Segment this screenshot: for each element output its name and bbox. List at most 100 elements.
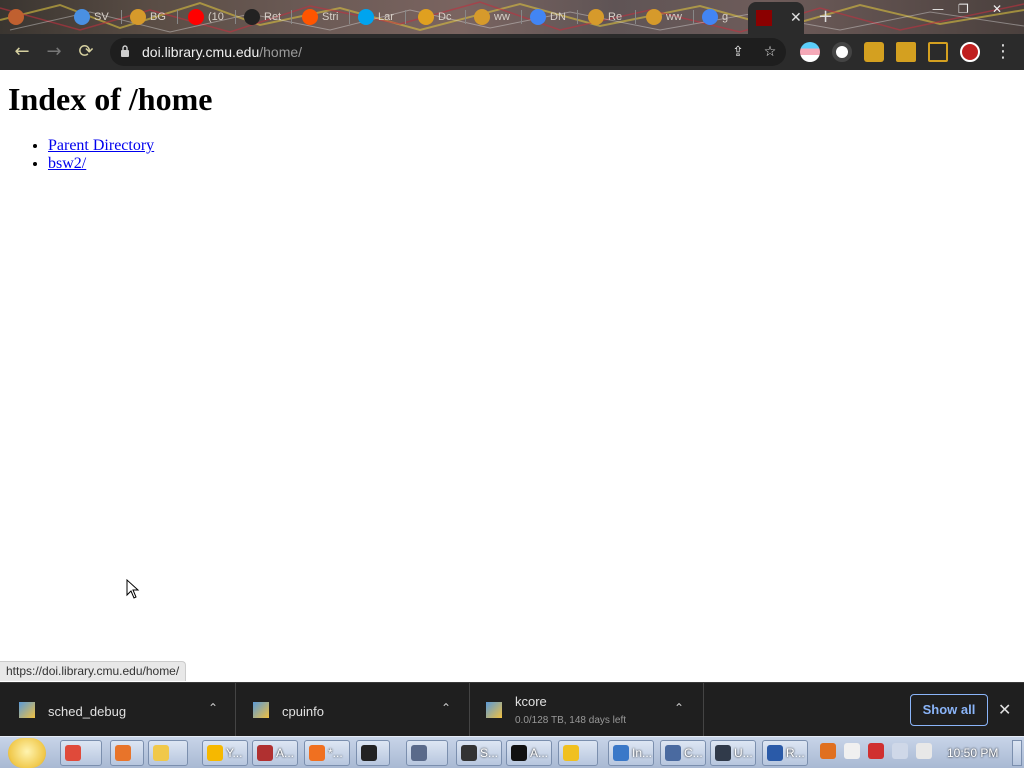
firefox-icon <box>115 745 131 761</box>
speaker-icon[interactable] <box>916 743 932 759</box>
search-tray-icon[interactable] <box>820 743 836 759</box>
bsw2-link[interactable]: bsw2/ <box>48 155 86 172</box>
clock[interactable]: 10:50 PM <box>947 746 998 760</box>
tab[interactable]: Lar <box>350 4 406 30</box>
tab-title: (10 <box>208 11 224 23</box>
minus-circle-icon[interactable] <box>844 743 860 759</box>
taskbar-button[interactable] <box>356 740 390 766</box>
lock-icon[interactable] <box>120 45 130 57</box>
tab-separator <box>577 10 578 24</box>
menu-icon[interactable]: ⋮ <box>993 42 1013 62</box>
tab-title: BG <box>150 11 166 23</box>
profile-avatar[interactable] <box>960 42 980 62</box>
network-error-icon[interactable] <box>868 743 884 759</box>
media-queue-icon[interactable] <box>896 42 916 62</box>
maximize-button[interactable]: ❐ <box>958 2 969 16</box>
taskbar: Y... A... *... S... A... In... C... U... R... 10… <box>0 736 1024 768</box>
back-button[interactable]: ← <box>12 42 32 62</box>
download-item[interactable]: kcore 0.0/128 TB, 148 days left ⌃ <box>470 683 704 737</box>
circle-orange-icon <box>130 9 146 25</box>
list-item: bsw2/ <box>48 155 154 173</box>
minimize-button[interactable]: — <box>932 2 944 16</box>
tab-separator <box>405 10 406 24</box>
tab[interactable]: Dc <box>410 4 466 30</box>
circle-orange-icon <box>646 9 662 25</box>
forward-button[interactable]: → <box>44 42 64 62</box>
taskbar-button[interactable] <box>148 740 188 766</box>
browser-toolbar: ← → ⟳ doi.library.cmu.edu/home/ ⇪ ☆ ⋮ <box>0 34 1024 70</box>
tab-strip: SV BG (10 Ret Stri Lar Dc ww DN Re ww g ✕ + — ❐ ✕ <box>0 0 1024 34</box>
show-desktop-button[interactable] <box>1012 740 1022 766</box>
tab-title: ww <box>666 11 682 23</box>
circle-orange-icon <box>588 9 604 25</box>
extensions-puzzle-icon[interactable] <box>864 42 884 62</box>
list-item: Parent Directory <box>48 137 154 155</box>
taskbar-button[interactable]: C... <box>660 740 706 766</box>
tab-title: Lar <box>378 11 394 23</box>
taskbar-button[interactable]: R... <box>762 740 808 766</box>
side-panel-icon[interactable] <box>928 42 948 62</box>
reload-button[interactable]: ⟳ <box>76 42 96 62</box>
extension-circle-icon[interactable] <box>832 42 852 62</box>
tab-title: DN <box>550 11 566 23</box>
tab[interactable]: (10 <box>180 4 236 30</box>
mouse-cursor-icon <box>126 579 140 599</box>
bookmark-star-icon[interactable]: ☆ <box>762 44 778 60</box>
chevron-up-icon[interactable]: ⌃ <box>439 701 453 715</box>
taskbar-label: C... <box>684 746 703 760</box>
tab[interactable]: DN <box>522 4 578 30</box>
tab-title: Stri <box>322 11 339 23</box>
taskbar-button[interactable]: In... <box>608 740 654 766</box>
chevron-up-icon[interactable]: ⌃ <box>206 701 220 715</box>
parent-directory-link[interactable]: Parent Directory <box>48 137 154 154</box>
download-item[interactable]: sched_debug ⌃ <box>0 683 236 737</box>
new-tab-button[interactable]: + <box>818 6 833 27</box>
address-bar[interactable]: doi.library.cmu.edu/home/ ⇪ ☆ <box>110 38 786 66</box>
close-window-button[interactable]: ✕ <box>992 2 1002 16</box>
taskbar-button[interactable] <box>406 740 448 766</box>
taskbar-button[interactable] <box>558 740 598 766</box>
tab[interactable]: BG <box>122 4 178 30</box>
taskbar-button[interactable] <box>110 740 144 766</box>
tab[interactable]: Ret <box>236 4 292 30</box>
tab-title: Re <box>608 11 623 23</box>
tab[interactable]: g <box>694 4 750 30</box>
tab[interactable]: Re <box>580 4 636 30</box>
monitor-icon[interactable] <box>892 743 908 759</box>
tab-close-icon[interactable]: ✕ <box>790 10 802 26</box>
close-shelf-icon[interactable]: ✕ <box>998 700 1011 719</box>
download-item[interactable]: cpuinfo ⌃ <box>236 683 470 737</box>
tab-pinned[interactable] <box>0 4 24 30</box>
extension-flag-icon[interactable] <box>800 42 820 62</box>
tab-separator <box>177 10 178 24</box>
taskbar-button[interactable]: Y... <box>202 740 248 766</box>
taskbar-button[interactable]: A... <box>506 740 552 766</box>
file-icon <box>486 702 502 718</box>
taskbar-button[interactable]: U... <box>710 740 756 766</box>
taskbar-button[interactable]: S... <box>456 740 502 766</box>
page-heading: Index of /home <box>8 81 213 117</box>
file-icon <box>253 702 269 718</box>
github-icon <box>244 9 260 25</box>
chevron-up-icon[interactable]: ⌃ <box>672 701 686 715</box>
tab-active[interactable]: ✕ <box>748 2 804 34</box>
taskbar-label: In... <box>632 746 653 760</box>
tab-title: g <box>722 11 729 23</box>
share-icon[interactable]: ⇪ <box>730 44 746 60</box>
window-icon <box>665 745 681 761</box>
tab-separator <box>635 10 636 24</box>
start-button[interactable] <box>8 738 46 768</box>
tab[interactable]: ww <box>466 4 522 30</box>
taskbar-button[interactable]: A... <box>252 740 298 766</box>
taskbar-button[interactable] <box>60 740 102 766</box>
7zip-icon <box>361 745 377 761</box>
tab[interactable]: Stri <box>294 4 350 30</box>
show-all-button[interactable]: Show all <box>910 694 988 726</box>
tab[interactable]: ww <box>638 4 694 30</box>
taskbar-button[interactable]: *... <box>304 740 350 766</box>
tab-title: SV <box>94 11 109 23</box>
download-name: kcore <box>515 694 547 709</box>
download-shelf: sched_debug ⌃ cpuinfo ⌃ kcore 0.0/128 TB… <box>0 682 1024 737</box>
tab[interactable]: SV <box>66 4 122 30</box>
robot-icon <box>411 745 427 761</box>
